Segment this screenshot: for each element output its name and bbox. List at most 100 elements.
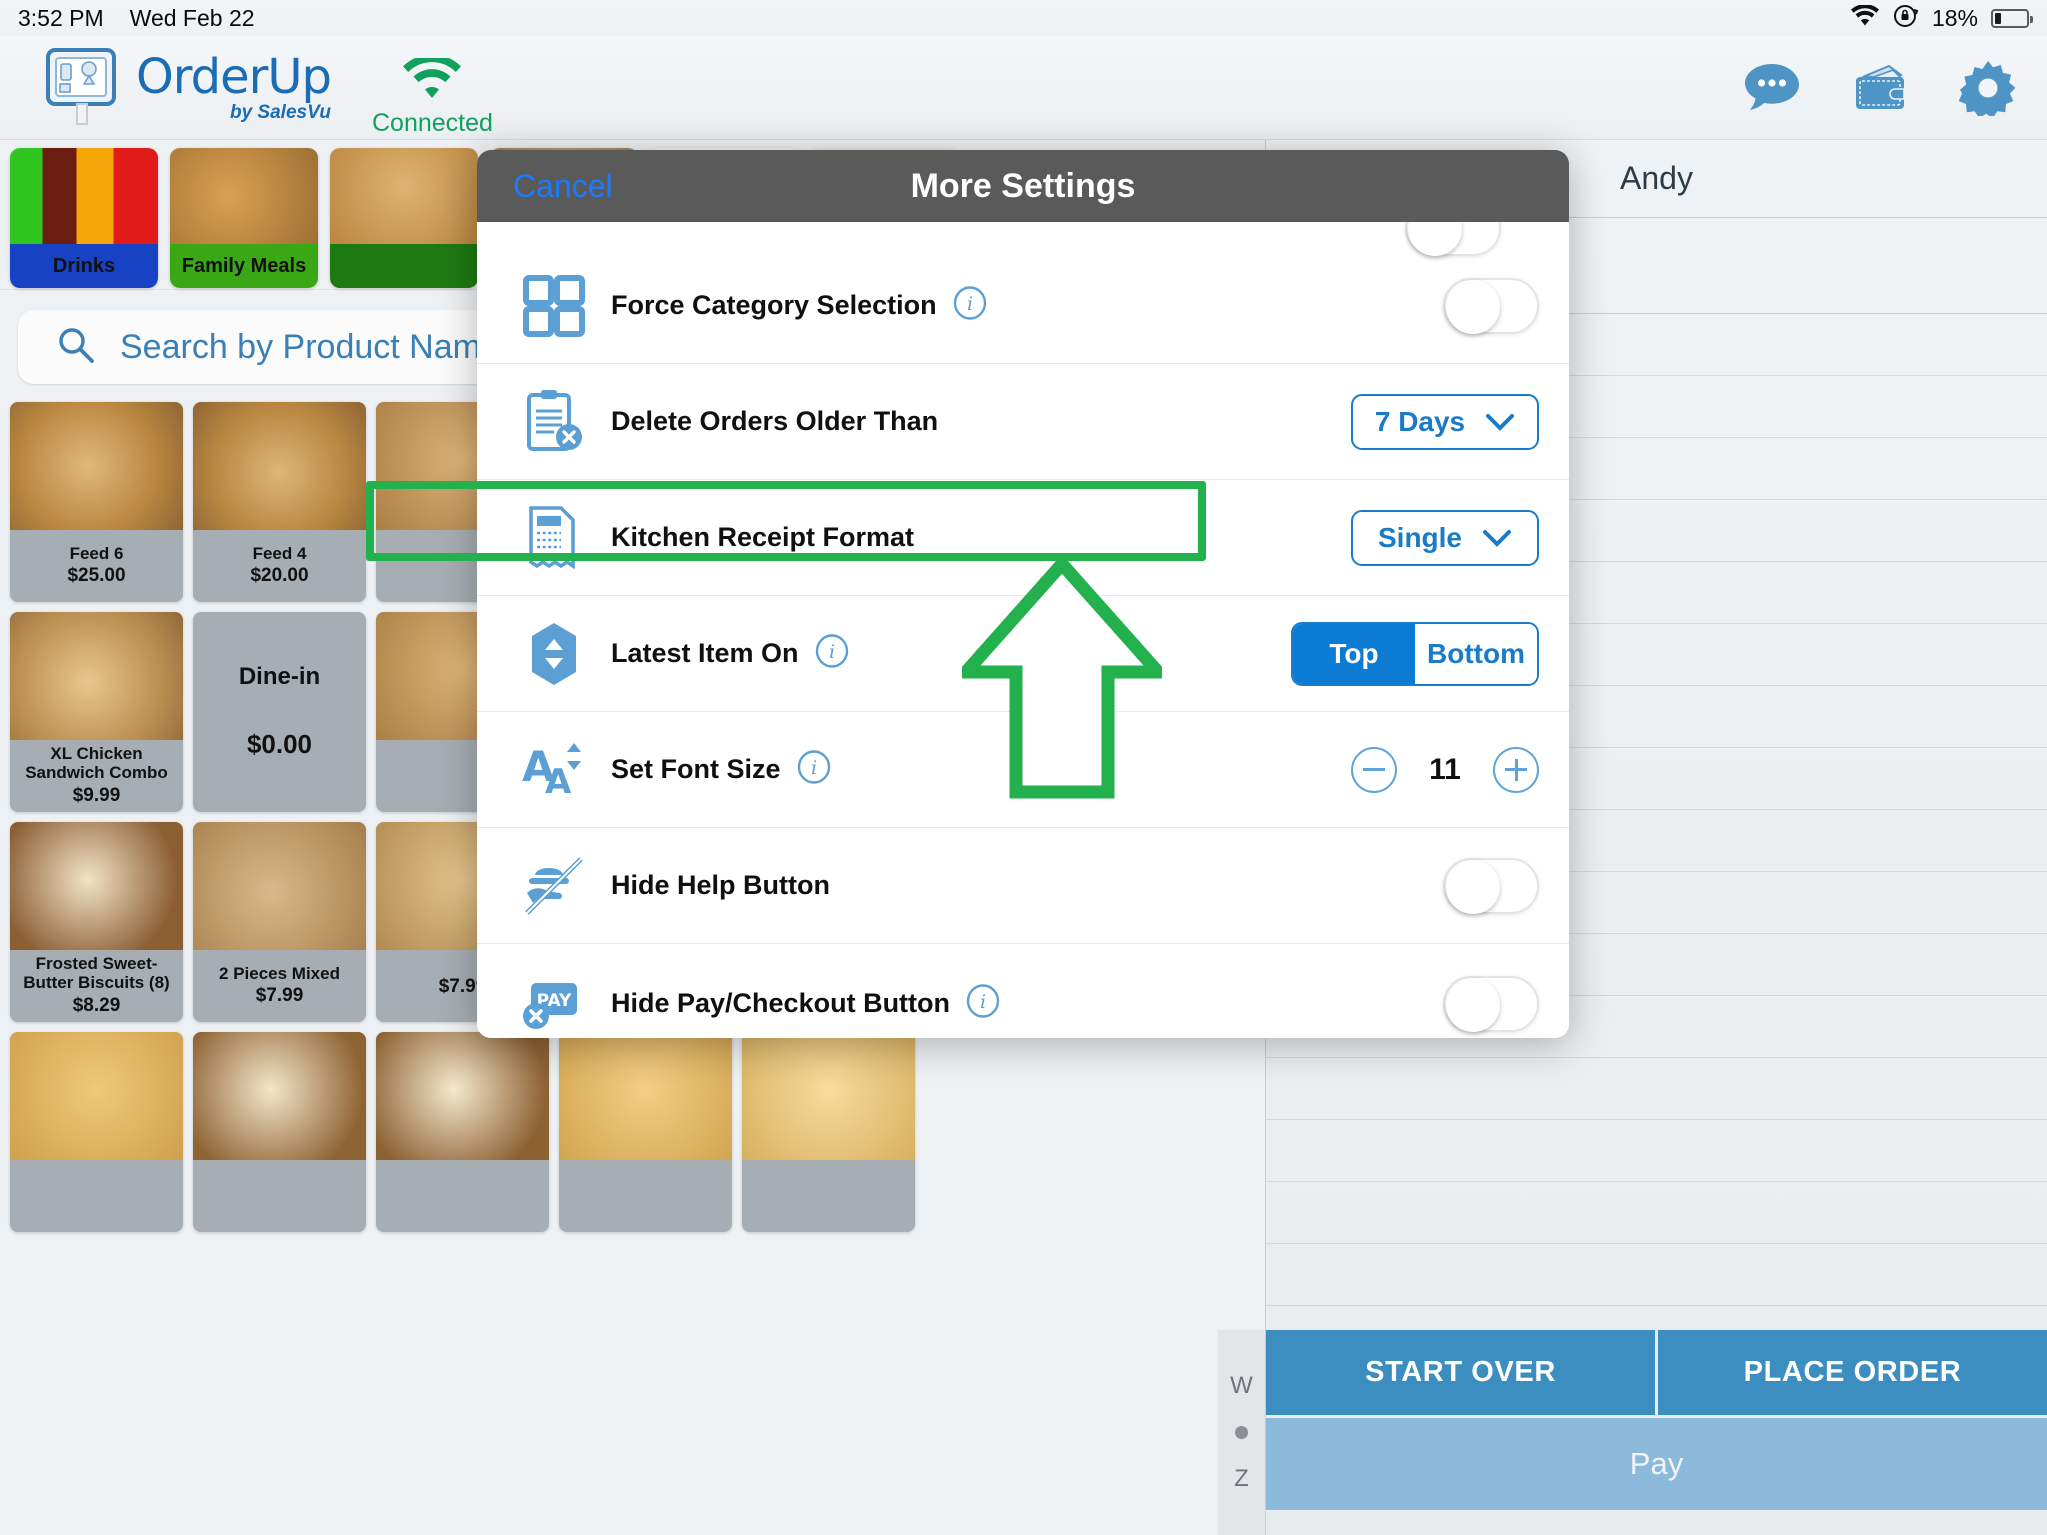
font-size-stepper[interactable]: 11	[1351, 746, 1539, 793]
product-tile[interactable]	[559, 1032, 732, 1232]
setting-control[interactable]	[1443, 277, 1539, 334]
brand-subtitle: by SalesVu	[229, 102, 332, 123]
modal-title: More Settings	[910, 166, 1136, 205]
svg-text:A: A	[545, 762, 572, 802]
category-label: Family Meals	[170, 244, 318, 288]
toggle-hide-pay-checkout-button[interactable]	[1443, 975, 1539, 1032]
alpha-scrubber[interactable]: W Z	[1218, 1330, 1266, 1535]
start-over-button[interactable]: START OVER	[1266, 1330, 1655, 1415]
info-icon[interactable]: i	[815, 634, 849, 673]
product-meta: 2 Pieces Mixed $7.99	[193, 950, 366, 1022]
header-icon-group	[1743, 60, 2017, 121]
setting-row-delete-orders-older-than[interactable]: Delete Orders Older Than 7 Days	[477, 364, 1569, 480]
cancel-button[interactable]: Cancel	[513, 168, 613, 205]
wallet-icon[interactable]	[1851, 62, 1909, 119]
font-size-icon: A A	[515, 737, 593, 803]
segment-bottom[interactable]: Bottom	[1415, 623, 1537, 684]
info-icon[interactable]: i	[953, 286, 987, 325]
toggle-force-category-selection[interactable]	[1443, 277, 1539, 334]
xlchicken-photo	[10, 612, 183, 740]
search-placeholder: Search by Product Name	[120, 327, 500, 366]
order-empty-row	[1266, 1244, 2047, 1306]
product-tile[interactable]: Frosted Sweet-Butter Biscuits (8) $8.29	[10, 822, 183, 1022]
product-tile[interactable]: 2 Pieces Mixed $7.99	[193, 822, 366, 1022]
plus-icon[interactable]	[1493, 746, 1539, 793]
product-name: Dine-in	[238, 663, 321, 691]
modal-header: Cancel More Settings	[477, 150, 1569, 222]
app-header: OrderUp by SalesVu Connected	[0, 36, 2047, 140]
kitchen-receipt-format-dropdown[interactable]: Single	[1351, 509, 1539, 566]
setting-row-kitchen-receipt-format[interactable]: Kitchen Receipt Format Single	[477, 480, 1569, 596]
scrubber-dot[interactable]	[1235, 1426, 1248, 1439]
setting-row-latest-item-on[interactable]: Latest Item On i Top Bottom	[477, 596, 1569, 712]
place-order-button[interactable]: PLACE ORDER	[1658, 1330, 2047, 1415]
order-empty-row	[1266, 1058, 2047, 1120]
product-price: $7.99	[255, 985, 304, 1007]
setting-control[interactable]: Single	[1351, 509, 1539, 566]
delete-orders-dropdown[interactable]: 7 Days	[1351, 393, 1539, 450]
p21-photo	[376, 1032, 549, 1160]
product-tile[interactable]	[10, 1032, 183, 1232]
svg-text:i: i	[810, 757, 816, 779]
info-icon[interactable]: i	[966, 984, 1000, 1023]
setting-row-hide-help-button[interactable]: Hide Help Button	[477, 828, 1569, 944]
clipboard-delete-icon	[515, 389, 593, 455]
brand-name: OrderUp	[136, 49, 332, 105]
info-icon[interactable]: i	[797, 750, 831, 789]
setting-row-set-font-size[interactable]: A A Set Font Size i 11	[477, 712, 1569, 828]
dropdown-value: Single	[1377, 521, 1462, 553]
setting-label: Hide Help Button	[611, 869, 830, 900]
order-empty-row	[1266, 1120, 2047, 1182]
family-meals-photo	[170, 148, 318, 244]
status-bar: 3:52 PM Wed Feb 22 18%	[0, 0, 2047, 36]
setting-control[interactable]	[1443, 975, 1539, 1032]
category-label: Drinks	[10, 244, 158, 288]
setting-control[interactable]: Top Bottom	[1291, 621, 1539, 686]
product-tile[interactable]	[376, 1032, 549, 1232]
hide-pay-icon: PAY	[515, 973, 593, 1035]
product-tile[interactable]: Dine-in $0.00	[193, 612, 366, 812]
svg-text:i: i	[967, 293, 973, 315]
gear-icon[interactable]	[1958, 60, 2017, 121]
wifi-icon	[1850, 3, 1880, 32]
settings-list[interactable]: Force Category Selection i Delete Orders…	[477, 222, 1569, 1038]
scrubber-letter-bottom[interactable]: Z	[1234, 1465, 1249, 1493]
category-tile[interactable]	[330, 148, 478, 288]
product-tile[interactable]	[193, 1032, 366, 1232]
setting-control[interactable]: 7 Days	[1351, 393, 1539, 450]
sort-arrows-icon	[515, 621, 593, 687]
brand-text: OrderUp by SalesVu	[136, 49, 332, 123]
latest-item-on-segmented-control[interactable]: Top Bottom	[1291, 621, 1539, 686]
chat-bubble-icon[interactable]	[1743, 62, 1801, 119]
status-bar-right: 18%	[1850, 0, 2033, 36]
setting-row-hide-pay-checkout-button[interactable]: PAY Hide Pay/Checkout Button i	[477, 944, 1569, 1038]
more-settings-modal: Cancel More Settings Force Category Sele…	[477, 150, 1569, 1038]
partial-row-above	[477, 222, 1569, 256]
product-tile[interactable]: XL Chicken Sandwich Combo $9.99	[10, 612, 183, 812]
minus-icon[interactable]	[1351, 746, 1397, 793]
connection-label: Connected	[372, 109, 493, 137]
setting-control[interactable]	[1443, 857, 1539, 914]
order-empty-row	[1266, 1182, 2047, 1244]
setting-row-force-category-selection[interactable]: Force Category Selection i	[477, 248, 1569, 364]
setting-control[interactable]: 11	[1351, 746, 1539, 793]
p20-photo	[193, 1032, 366, 1160]
segment-top[interactable]: Top	[1293, 623, 1415, 684]
status-bar-left: 3:52 PM Wed Feb 22	[0, 5, 255, 32]
chevron-down-icon	[1486, 413, 1515, 431]
dropdown-value: 7 Days	[1374, 405, 1466, 437]
chevron-down-icon	[1483, 529, 1511, 547]
product-tile[interactable]: Feed 6 $25.00	[10, 402, 183, 602]
category-tile[interactable]: Family Meals	[170, 148, 318, 288]
product-meta	[10, 1160, 183, 1232]
wifi-signal-icon	[401, 54, 463, 107]
scrubber-letter-top[interactable]: W	[1230, 1372, 1253, 1400]
status-time: 3:52 PM	[18, 4, 104, 31]
product-tile[interactable]: Feed 4 $20.00	[193, 402, 366, 602]
product-meta	[376, 1160, 549, 1232]
pay-button[interactable]: Pay	[1266, 1418, 2047, 1510]
product-tile[interactable]	[742, 1032, 915, 1232]
feed4-photo	[193, 402, 366, 530]
toggle-hide-help-button[interactable]	[1443, 857, 1539, 914]
category-tile[interactable]: Drinks	[10, 148, 158, 288]
